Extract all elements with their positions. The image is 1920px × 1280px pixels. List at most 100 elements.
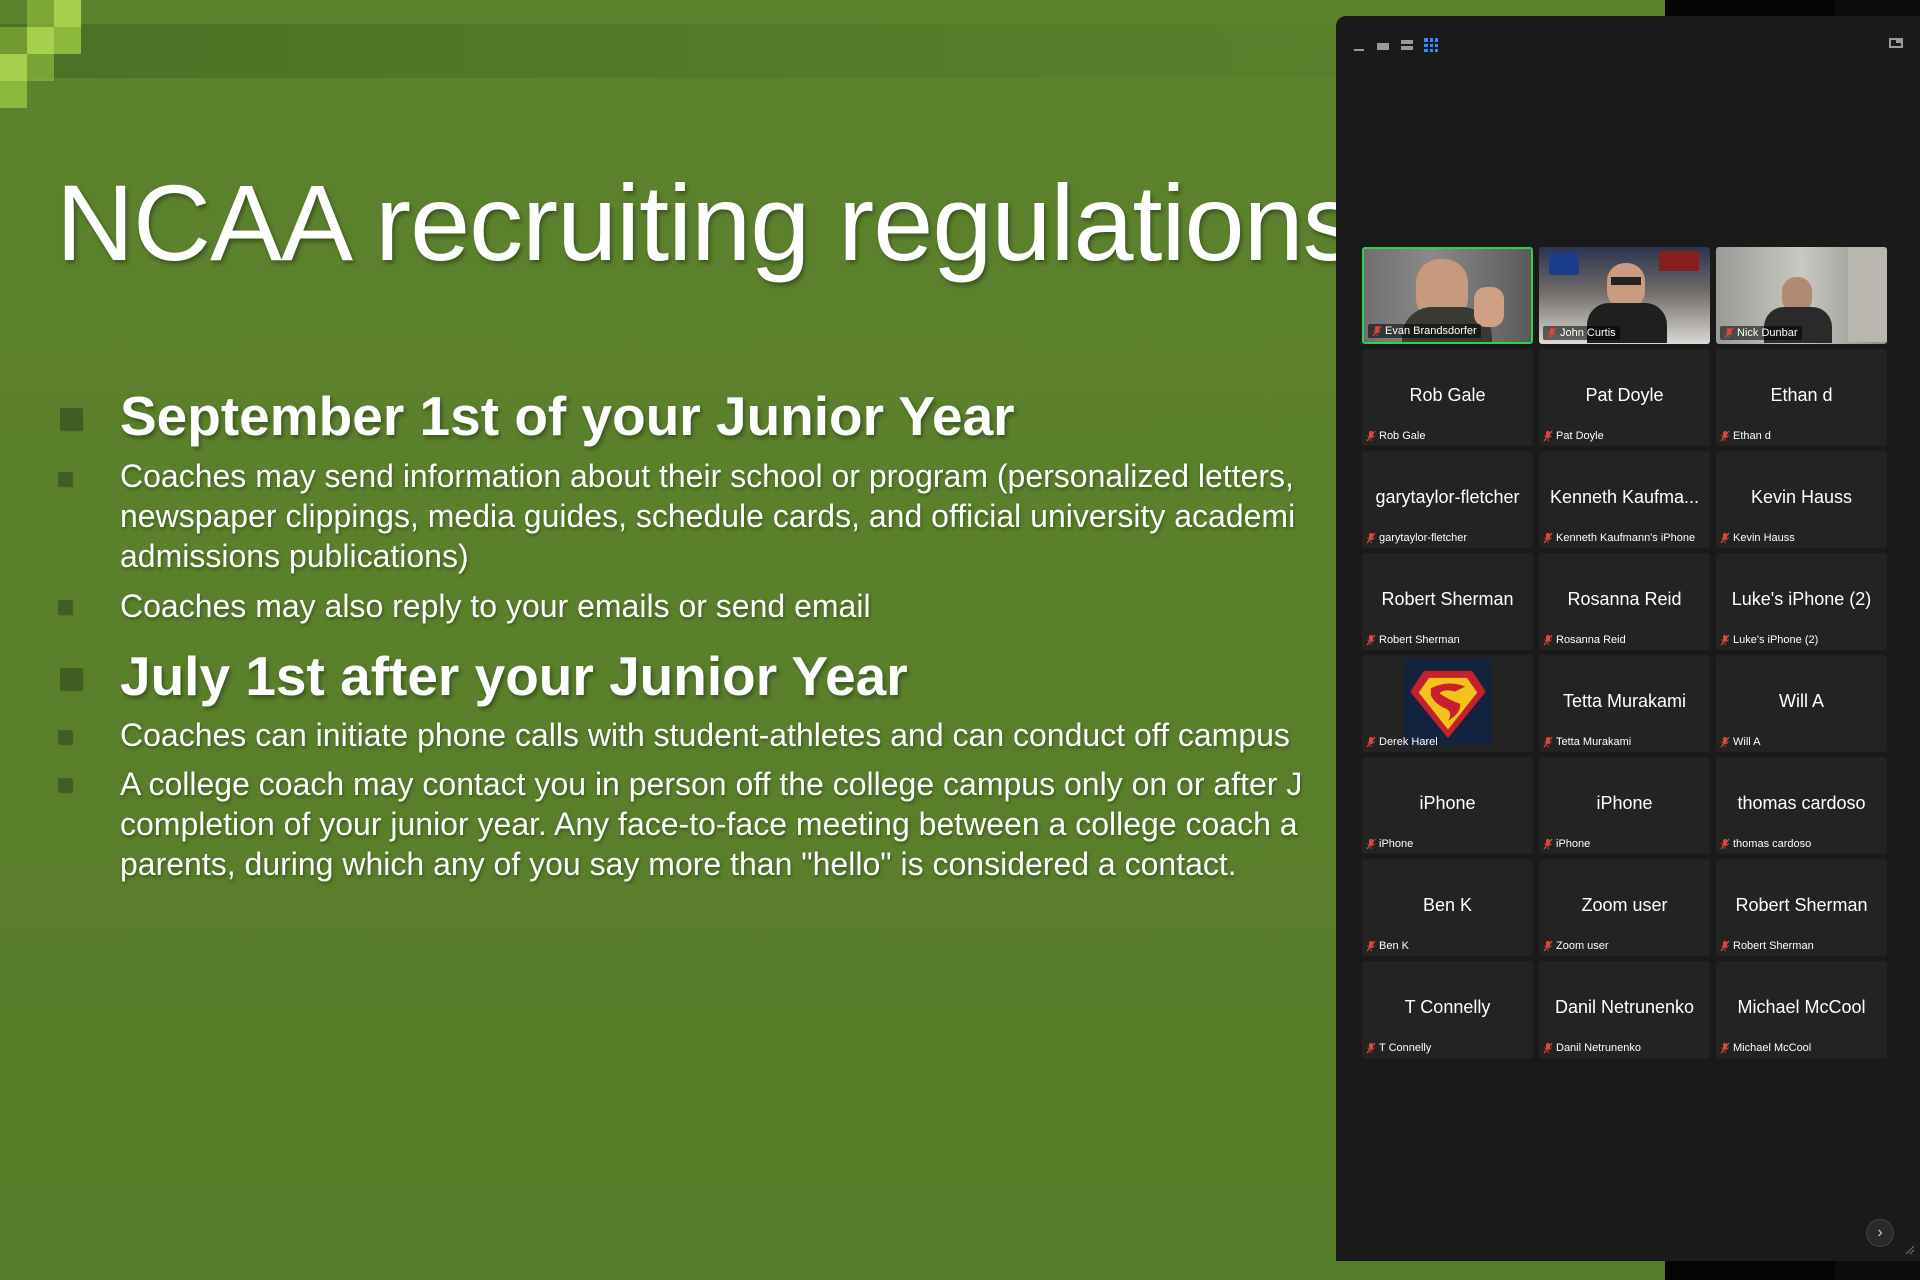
participant-display-name: Robert Sherman bbox=[1381, 589, 1514, 609]
participant-name: Kevin Hauss bbox=[1733, 532, 1795, 544]
participant-display-name: iPhone bbox=[1596, 793, 1653, 813]
participant-display-name: Michael McCool bbox=[1737, 997, 1866, 1017]
participant-tile[interactable]: Kevin Hauss Kevin Hauss bbox=[1716, 451, 1887, 548]
participant-name-label: Evan Brandsdorfer bbox=[1368, 324, 1481, 338]
participant-name: Kenneth Kaufmann's iPhone bbox=[1556, 532, 1696, 544]
participant-name-label: Will A bbox=[1720, 736, 1761, 748]
participant-tile[interactable]: Evan Brandsdorfer bbox=[1362, 247, 1533, 344]
participant-display-name: Tetta Murakami bbox=[1562, 691, 1687, 711]
bullet-square bbox=[58, 472, 72, 486]
participant-display-name: Rob Gale bbox=[1409, 385, 1486, 405]
mic-off-icon bbox=[1543, 1042, 1553, 1054]
participant-name-label: Robert Sherman bbox=[1720, 940, 1814, 952]
participant-tile[interactable]: Zoom user Zoom user bbox=[1539, 859, 1710, 956]
mic-off-icon bbox=[1720, 430, 1730, 442]
participant-name-label: T Connelly bbox=[1366, 1042, 1431, 1054]
slide-point: Coaches may also reply to your emails or… bbox=[120, 588, 871, 624]
participant-name-label: Rosanna Reid bbox=[1543, 634, 1626, 646]
participant-tile[interactable]: iPhone iPhone bbox=[1539, 757, 1710, 854]
bullet-square bbox=[58, 730, 72, 744]
mic-off-icon bbox=[1724, 327, 1734, 339]
participant-tile[interactable]: Will A Will A bbox=[1716, 655, 1887, 752]
participant-name: Danil Netrunenko bbox=[1556, 1042, 1641, 1054]
participant-name-label: garytaylor-fletcher bbox=[1366, 532, 1467, 544]
exit-fullscreen-icon[interactable] bbox=[1889, 38, 1903, 48]
participant-display-name: Rosanna Reid bbox=[1567, 589, 1682, 609]
slide-heading: September 1st of your Junior Year bbox=[120, 385, 1015, 447]
mic-off-icon bbox=[1366, 940, 1376, 952]
participant-name-label: Pat Doyle bbox=[1543, 430, 1604, 442]
participant-tile[interactable]: Michael McCool Michael McCool bbox=[1716, 961, 1887, 1058]
chevron-right-icon: › bbox=[1877, 1224, 1883, 1241]
participant-name: Pat Doyle bbox=[1556, 430, 1604, 442]
participant-display-name: T Connelly bbox=[1404, 997, 1491, 1017]
participant-name: Luke's iPhone (2) bbox=[1733, 634, 1819, 646]
participant-tile[interactable]: T Connelly T Connelly bbox=[1362, 961, 1533, 1058]
mic-off-icon bbox=[1543, 430, 1553, 442]
participant-name: Will A bbox=[1733, 736, 1761, 748]
video-gallery-panel: Evan Brandsdorfer John Curtis Nick Dunbar R… bbox=[1336, 16, 1920, 1261]
participant-name: Rob Gale bbox=[1379, 430, 1426, 442]
participant-name: iPhone bbox=[1379, 838, 1414, 850]
participant-name: garytaylor-fletcher bbox=[1379, 532, 1468, 544]
participant-tile[interactable]: Ethan d Ethan d bbox=[1716, 349, 1887, 446]
participant-tile[interactable]: Tetta Murakami Tetta Murakami bbox=[1539, 655, 1710, 752]
participant-tile[interactable]: Robert Sherman Robert Sherman bbox=[1362, 553, 1533, 650]
view-toolbar bbox=[1352, 36, 1438, 54]
pixel-decoration bbox=[0, 0, 90, 110]
participant-display-name: garytaylor-fletcher bbox=[1375, 487, 1520, 507]
participant-name: Robert Sherman bbox=[1733, 940, 1814, 952]
mic-off-icon bbox=[1720, 1042, 1730, 1054]
participant-tile[interactable]: Robert Sherman Robert Sherman bbox=[1716, 859, 1887, 956]
mic-off-icon bbox=[1543, 838, 1553, 850]
participant-tile[interactable]: Rob Gale Rob Gale bbox=[1362, 349, 1533, 446]
slide-point: Coaches may send information about their… bbox=[120, 458, 1296, 574]
participant-name: Ben K bbox=[1379, 940, 1409, 952]
mic-off-icon bbox=[1543, 940, 1553, 952]
participant-display-name: Robert Sherman bbox=[1735, 895, 1868, 915]
participant-display-name: Zoom user bbox=[1581, 895, 1668, 915]
participant-tile[interactable]: Ben K Ben K bbox=[1362, 859, 1533, 956]
participant-name-label: Nick Dunbar bbox=[1720, 326, 1802, 340]
participant-display-name: iPhone bbox=[1419, 793, 1476, 813]
participant-tile[interactable]: Pat Doyle Pat Doyle bbox=[1539, 349, 1710, 446]
resize-handle-icon[interactable] bbox=[1905, 1245, 1915, 1255]
bullet-square bbox=[58, 778, 72, 792]
participant-name: thomas cardoso bbox=[1733, 838, 1812, 850]
mic-off-icon bbox=[1543, 532, 1553, 544]
participant-tile[interactable]: thomas cardoso thomas cardoso bbox=[1716, 757, 1887, 854]
mic-off-icon bbox=[1720, 838, 1730, 850]
participant-tile[interactable]: Danil Netrunenko Danil Netrunenko bbox=[1539, 961, 1710, 1058]
participant-tile[interactable]: John Curtis bbox=[1539, 247, 1710, 344]
participant-tile[interactable]: Luke's iPhone (2) Luke's iPhone (2) bbox=[1716, 553, 1887, 650]
gallery-view-icon[interactable] bbox=[1424, 38, 1438, 52]
screen-edge bbox=[1665, 0, 1835, 16]
bullet-square bbox=[58, 600, 72, 614]
participant-tile[interactable]: iPhone iPhone bbox=[1362, 757, 1533, 854]
participant-tile[interactable]: Derek Harel bbox=[1362, 655, 1533, 752]
mic-off-icon bbox=[1547, 327, 1557, 339]
participant-tile[interactable]: Kenneth Kaufma... Kenneth Kaufmann's iPho… bbox=[1539, 451, 1710, 548]
small-view-icon[interactable] bbox=[1376, 38, 1390, 52]
minimize-icon[interactable] bbox=[1352, 38, 1366, 52]
participant-name: Michael McCool bbox=[1733, 1042, 1812, 1054]
slide-title: NCAA recruiting regulations bbox=[56, 162, 1357, 283]
mic-off-icon bbox=[1720, 940, 1730, 952]
participant-name-label: Robert Sherman bbox=[1366, 634, 1460, 646]
participant-name: Ethan d bbox=[1733, 430, 1771, 442]
mic-off-icon bbox=[1366, 838, 1376, 850]
participant-name: Nick Dunbar bbox=[1737, 327, 1798, 339]
next-page-button[interactable]: › bbox=[1866, 1219, 1894, 1247]
participant-name-label: Ben K bbox=[1366, 940, 1409, 952]
participant-display-name: Luke's iPhone (2) bbox=[1731, 589, 1872, 609]
participant-tile[interactable]: garytaylor-fletcher garytaylor-fletcher bbox=[1362, 451, 1533, 548]
participant-tile[interactable]: Nick Dunbar bbox=[1716, 247, 1887, 344]
mic-off-icon bbox=[1366, 1042, 1376, 1054]
speaker-view-icon[interactable] bbox=[1400, 38, 1414, 52]
participant-display-name: Kenneth Kaufma... bbox=[1549, 487, 1700, 507]
participant-name-label: Luke's iPhone (2) bbox=[1720, 634, 1818, 646]
participant-tile[interactable]: Rosanna Reid Rosanna Reid bbox=[1539, 553, 1710, 650]
mic-off-icon bbox=[1366, 532, 1376, 544]
participant-name: Rosanna Reid bbox=[1556, 634, 1626, 646]
participant-name-label: Rob Gale bbox=[1366, 430, 1425, 442]
